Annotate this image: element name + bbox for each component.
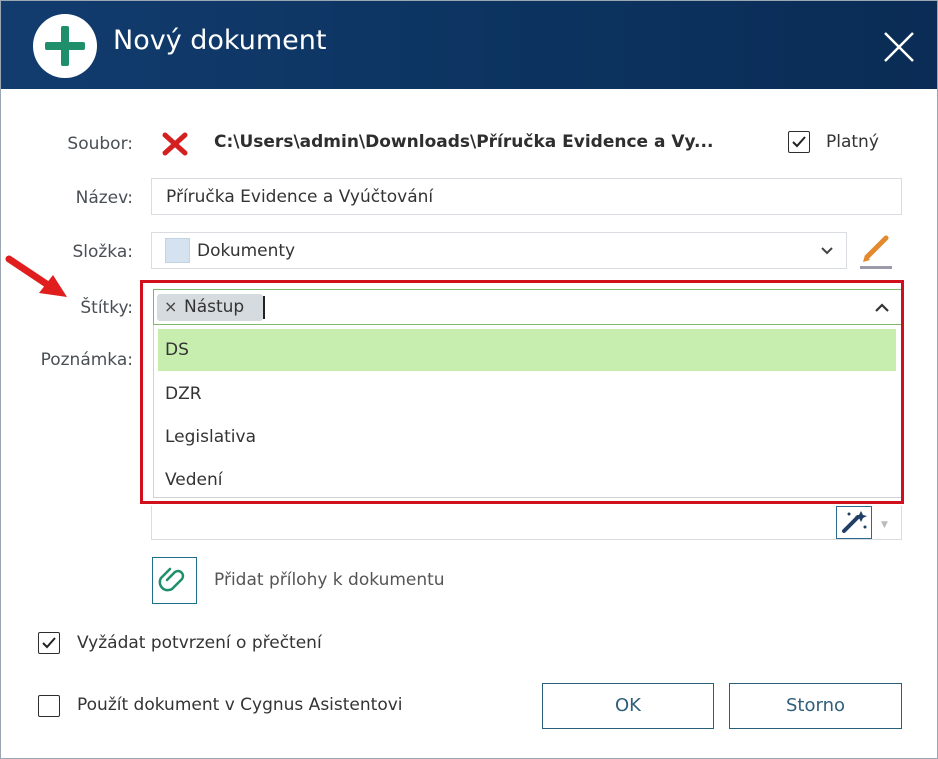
ok-button[interactable]: OK xyxy=(542,683,714,729)
checkmark-icon xyxy=(42,637,56,649)
name-input[interactable]: Příručka Evidence a Vyúčtování xyxy=(151,178,902,215)
assistant-checkbox[interactable] xyxy=(38,695,60,717)
red-x-icon xyxy=(162,132,188,156)
dialog-title: Nový dokument xyxy=(113,25,327,56)
name-label: Název: xyxy=(75,188,133,208)
note-textarea[interactable] xyxy=(151,506,902,540)
add-attachment-label[interactable]: Přidat přílohy k dokumentu xyxy=(214,570,445,590)
chevron-down-icon xyxy=(821,247,833,255)
add-attachment-button[interactable] xyxy=(152,557,197,604)
folder-select[interactable]: Dokumenty xyxy=(151,232,847,269)
name-input-value: Příručka Evidence a Vyúčtování xyxy=(166,187,434,207)
folder-icon xyxy=(165,238,190,263)
close-icon xyxy=(884,32,914,62)
valid-checkbox[interactable] xyxy=(788,131,810,153)
new-document-dialog: Nový dokument Soubor: C:\Users\admin\Dow… xyxy=(0,0,938,759)
magic-wand-button[interactable] xyxy=(836,506,872,539)
title-bar: Nový dokument xyxy=(1,1,937,89)
magic-wand-icon xyxy=(842,511,867,533)
pencil-icon[interactable] xyxy=(859,235,893,271)
assistant-label: Použít dokument v Cygnus Asistentovi xyxy=(77,695,403,715)
scroll-down-icon[interactable]: ▼ xyxy=(881,520,888,530)
close-button[interactable] xyxy=(877,25,921,69)
read-confirmation-label: Vyžádat potvrzení o přečtení xyxy=(77,633,322,653)
valid-label: Platný xyxy=(826,132,879,152)
cancel-button[interactable]: Storno xyxy=(729,683,902,729)
plus-circle-icon xyxy=(33,14,97,78)
read-confirmation-checkbox[interactable] xyxy=(38,632,60,654)
file-label: Soubor: xyxy=(67,134,133,154)
folder-value: Dokumenty xyxy=(197,241,296,261)
annotation-highlight-box xyxy=(140,280,904,504)
file-path: C:\Users\admin\Downloads\Příručka Eviden… xyxy=(214,132,714,152)
red-arrow-icon xyxy=(5,255,67,297)
paperclip-icon xyxy=(158,567,185,592)
tags-label: Štítky: xyxy=(80,298,133,318)
note-label: Poznámka: xyxy=(40,350,133,370)
checkmark-icon xyxy=(792,136,806,148)
